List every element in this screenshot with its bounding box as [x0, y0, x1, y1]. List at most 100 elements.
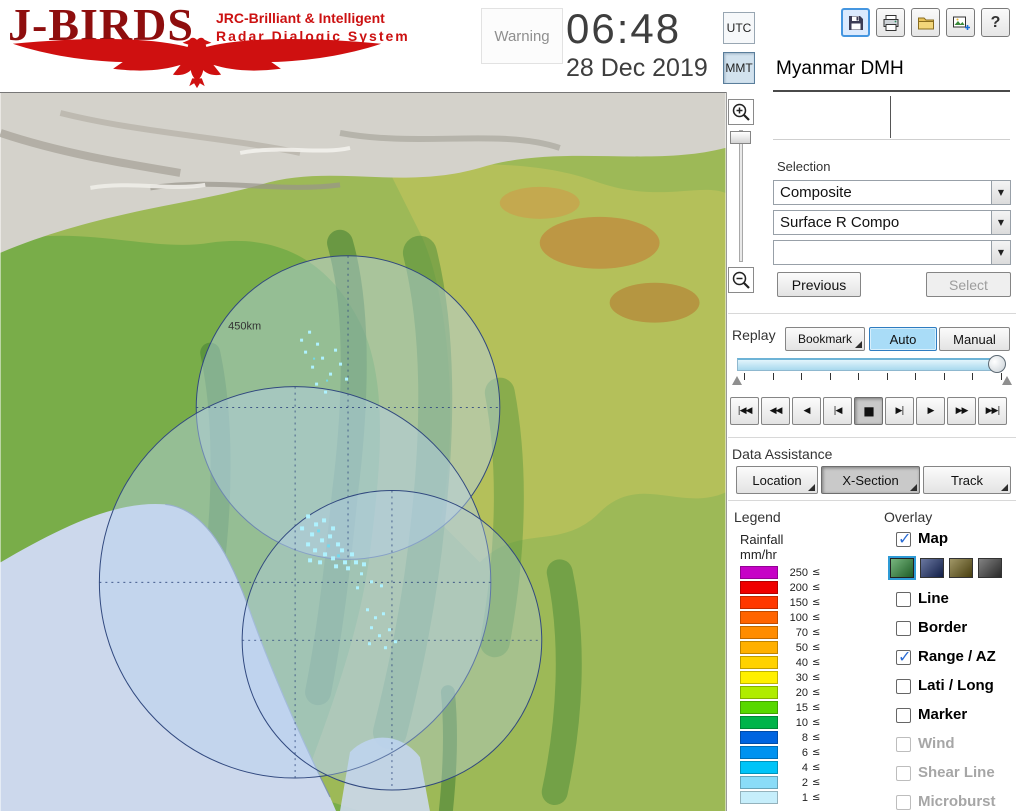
map-palette-swatch-olive[interactable] — [949, 558, 973, 578]
legend-value: 40 — [778, 657, 808, 669]
timeline-tick — [887, 373, 888, 380]
legend-suffix: ≤ — [812, 627, 820, 638]
chevron-down-icon[interactable]: ▼ — [991, 241, 1010, 264]
question-mark-icon: ? — [991, 14, 1001, 32]
map-palette-swatch-green[interactable] — [890, 558, 914, 578]
timeline-end-marker[interactable] — [1002, 376, 1012, 385]
replay-stop-button[interactable]: ■ — [854, 397, 883, 425]
timeline-start-marker[interactable] — [732, 376, 742, 385]
export-image-button[interactable] — [946, 8, 975, 37]
legend-swatch — [740, 761, 778, 774]
timeline-tick — [915, 373, 916, 380]
legend-value: 8 — [778, 732, 808, 744]
legend-value: 30 — [778, 672, 808, 684]
separator — [728, 500, 1016, 501]
legend-swatch — [740, 596, 778, 609]
location-button[interactable]: Location — [736, 466, 818, 494]
printer-icon — [882, 14, 900, 32]
timeline-track[interactable] — [737, 358, 1003, 371]
x-section-button[interactable]: X-Section — [821, 466, 920, 494]
product-combobox-value: Surface R Compo — [774, 211, 991, 234]
chevron-down-icon[interactable]: ▼ — [991, 211, 1010, 234]
legend-section-label: Legend — [734, 509, 781, 525]
folder-icon — [917, 14, 935, 32]
legend-value: 10 — [778, 717, 808, 729]
timeline-handle[interactable] — [988, 355, 1006, 373]
legend-value: 20 — [778, 687, 808, 699]
legend-swatch — [740, 626, 778, 639]
legend-swatch — [740, 686, 778, 699]
zoom-slider-thumb[interactable] — [730, 131, 751, 144]
legend-swatch — [740, 716, 778, 729]
replay-step-forward-button[interactable]: ▶| — [885, 397, 914, 425]
legend-value: 50 — [778, 642, 808, 654]
extra-combobox-value — [774, 241, 991, 264]
zoom-out-button[interactable] — [728, 267, 754, 293]
overlay-lati-long-label: Lati / Long — [918, 677, 994, 694]
overlay-microburst-checkbox — [896, 795, 911, 810]
timezone-utc-label: UTC — [727, 21, 752, 35]
replay-play-backward-button[interactable]: ◀ — [792, 397, 821, 425]
overlay-marker-checkbox[interactable] — [896, 708, 911, 723]
bookmark-button[interactable]: Bookmark — [785, 327, 865, 351]
replay-section-label: Replay — [732, 327, 776, 343]
replay-fast-rewind-button[interactable]: ◀◀ — [761, 397, 790, 425]
overlay-line-checkbox[interactable] — [896, 592, 911, 607]
timezone-utc-button[interactable]: UTC — [723, 12, 755, 44]
zoom-in-button[interactable] — [728, 99, 754, 125]
replay-jump-first-button[interactable]: |◀◀ — [730, 397, 759, 425]
overlay-lati-long-checkbox[interactable] — [896, 679, 911, 694]
track-button[interactable]: Track — [923, 466, 1011, 494]
magnifier-minus-icon — [731, 270, 751, 290]
image-export-icon — [952, 14, 970, 32]
clock-date: 28 Dec 2019 — [566, 56, 708, 81]
overlay-border-checkbox[interactable] — [896, 621, 911, 636]
info-panel-divider — [890, 96, 891, 138]
extra-combobox[interactable]: ▼ — [773, 240, 1011, 265]
overlay-wind-checkbox — [896, 737, 911, 752]
product-combobox[interactable]: Surface R Compo ▼ — [773, 210, 1011, 235]
replay-step-backward-button[interactable]: |◀ — [823, 397, 852, 425]
legend-value: 100 — [778, 612, 808, 624]
info-panel — [773, 92, 1010, 140]
timezone-mmt-label: MMT — [725, 61, 752, 75]
legend-suffix: ≤ — [812, 792, 820, 803]
timezone-mmt-button[interactable]: MMT — [723, 52, 755, 84]
zoom-slider-track[interactable] — [739, 130, 743, 262]
save-button[interactable] — [841, 8, 870, 37]
overlay-range-az-label: Range / AZ — [918, 648, 996, 665]
timeline-tick — [773, 373, 774, 380]
replay-manual-button[interactable]: Manual — [939, 327, 1010, 351]
legend-swatch — [740, 581, 778, 594]
overlay-microburst-label: Microburst — [918, 793, 996, 810]
legend-value: 250 — [778, 567, 808, 579]
previous-button[interactable]: Previous — [777, 272, 861, 297]
radar-map[interactable]: 450km — [0, 92, 726, 811]
chevron-down-icon[interactable]: ▼ — [991, 181, 1010, 204]
timeline-tick — [744, 373, 745, 380]
select-button[interactable]: Select — [926, 272, 1011, 297]
replay-auto-button[interactable]: Auto — [869, 327, 937, 351]
overlay-range-az-checkbox[interactable] — [896, 650, 911, 665]
warning-button[interactable]: Warning — [481, 8, 563, 64]
print-button[interactable] — [876, 8, 905, 37]
legend-value: 150 — [778, 597, 808, 609]
open-file-button[interactable] — [911, 8, 940, 37]
timeline-tick — [801, 373, 802, 380]
selection-section-label: Selection — [777, 159, 830, 174]
legend-unit-label: mm/hr — [740, 547, 777, 562]
legend-swatch — [740, 641, 778, 654]
help-button[interactable]: ? — [981, 8, 1010, 37]
overlay-map-checkbox[interactable] — [896, 532, 911, 547]
replay-fast-forward-button[interactable]: ▶▶ — [947, 397, 976, 425]
map-palette-swatch-navy[interactable] — [920, 558, 944, 578]
separator — [728, 313, 1016, 314]
legend-swatch — [740, 731, 778, 744]
replay-jump-last-button[interactable]: ▶▶| — [978, 397, 1007, 425]
legend-suffix: ≤ — [812, 777, 820, 788]
replay-play-forward-button[interactable]: ▶ — [916, 397, 945, 425]
map-palette-swatch-gray[interactable] — [978, 558, 1002, 578]
overlay-map-label: Map — [918, 530, 948, 547]
composite-combobox[interactable]: Composite ▼ — [773, 180, 1011, 205]
legend-value: 70 — [778, 627, 808, 639]
